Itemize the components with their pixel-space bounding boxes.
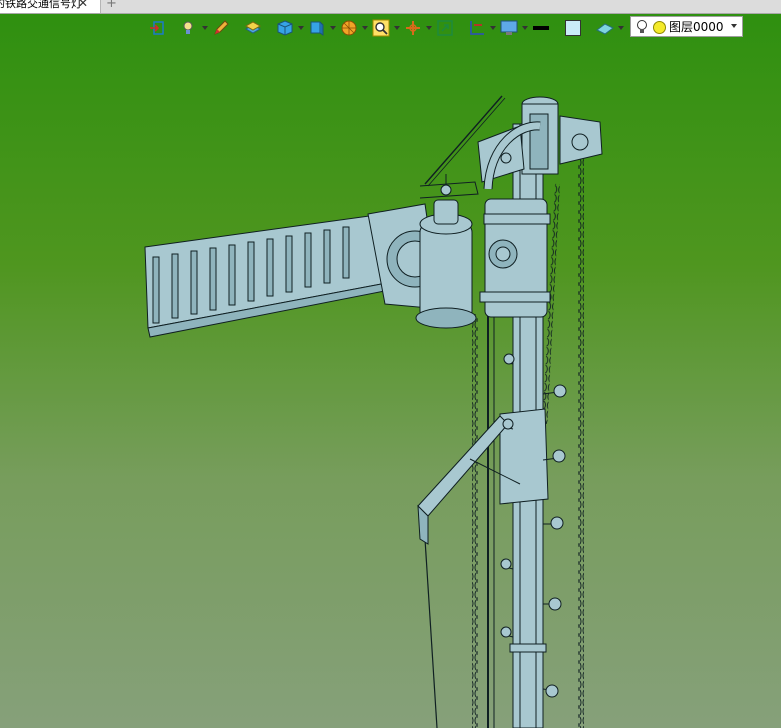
zoom-button[interactable] bbox=[372, 18, 404, 38]
pencil-icon bbox=[214, 20, 229, 35]
new-tab-icon[interactable]: + bbox=[106, 0, 117, 11]
cube-icon bbox=[277, 20, 293, 36]
3d-viewport[interactable]: 图层0000 bbox=[0, 14, 781, 728]
show-hide-button[interactable] bbox=[180, 18, 212, 38]
render-sphere-icon bbox=[341, 20, 357, 36]
layer-color-dot bbox=[653, 21, 666, 34]
chevron-down-icon[interactable] bbox=[362, 26, 368, 30]
exit-sketch-icon bbox=[150, 21, 164, 35]
line-style-icon bbox=[533, 26, 549, 30]
right-chain bbox=[578, 154, 584, 728]
fit-view-button[interactable] bbox=[436, 18, 468, 38]
layer-selector[interactable]: 图层0000 bbox=[630, 16, 743, 37]
document-tab-bar: 的铁路交通信号灯 ✕ + bbox=[0, 0, 781, 14]
close-tab-icon[interactable]: ✕ bbox=[78, 0, 88, 9]
chevron-down-icon[interactable] bbox=[522, 26, 528, 30]
view-toolbar bbox=[148, 17, 628, 39]
chevron-down-icon[interactable] bbox=[618, 26, 624, 30]
chevron-down-icon[interactable] bbox=[731, 24, 737, 28]
solid-view-button[interactable] bbox=[276, 18, 308, 38]
render-style-button[interactable] bbox=[340, 18, 372, 38]
color-button[interactable] bbox=[564, 18, 596, 38]
layers-button[interactable] bbox=[244, 18, 276, 38]
axis-button[interactable] bbox=[404, 18, 436, 38]
axis-origin-icon bbox=[406, 21, 420, 35]
sketch-pen-button[interactable] bbox=[212, 18, 244, 38]
fit-view-icon bbox=[437, 20, 453, 36]
split-cube-icon bbox=[310, 21, 324, 36]
chevron-down-icon[interactable] bbox=[298, 26, 304, 30]
light-bulb-icon bbox=[183, 21, 193, 34]
signal-lamp bbox=[419, 223, 473, 320]
surface-layer-button[interactable] bbox=[596, 18, 628, 38]
chevron-down-icon[interactable] bbox=[330, 26, 336, 30]
left-chain bbox=[472, 314, 478, 728]
zoom-icon bbox=[372, 19, 390, 37]
stack-layers-icon bbox=[244, 21, 262, 34]
display-button[interactable] bbox=[500, 18, 532, 38]
section-plane-icon bbox=[470, 21, 484, 35]
exit-sketch-button[interactable] bbox=[148, 18, 180, 38]
operating-wire bbox=[424, 538, 438, 728]
chevron-down-icon[interactable] bbox=[426, 26, 432, 30]
color-swatch-icon bbox=[565, 20, 581, 36]
chevron-down-icon[interactable] bbox=[490, 26, 496, 30]
document-tab[interactable]: 的铁路交通信号灯 ✕ bbox=[0, 0, 101, 13]
railway-semaphore-signal-3d-model[interactable] bbox=[0, 14, 781, 728]
surface-layer-icon bbox=[596, 23, 614, 35]
split-view-button[interactable] bbox=[308, 18, 340, 38]
section-button[interactable] bbox=[468, 18, 500, 38]
light-bulb-icon bbox=[637, 20, 647, 33]
chevron-down-icon[interactable] bbox=[202, 26, 208, 30]
line-style-button[interactable] bbox=[532, 18, 564, 38]
monitor-display-icon bbox=[500, 20, 518, 35]
document-tab-label: 的铁路交通信号灯 bbox=[0, 0, 82, 10]
layer-name: 图层0000 bbox=[669, 20, 724, 34]
chevron-down-icon[interactable] bbox=[394, 26, 400, 30]
